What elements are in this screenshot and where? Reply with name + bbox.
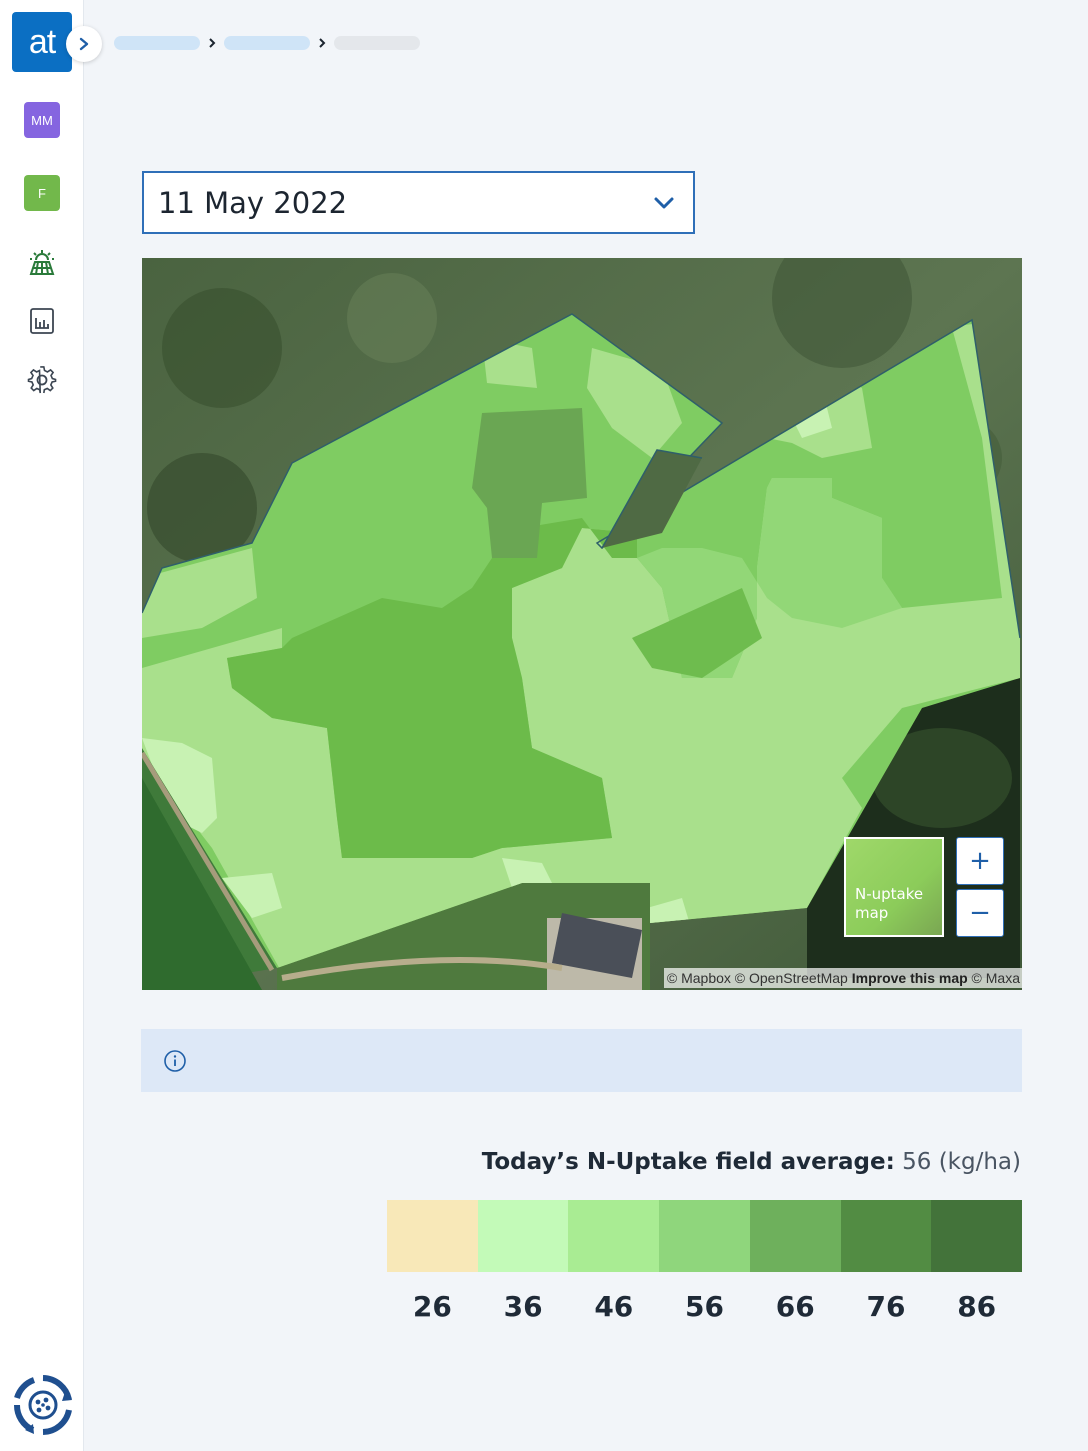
legend-label: 46 [594,1290,634,1323]
legend-labels: 26 36 46 56 66 76 86 [387,1290,1022,1323]
legend-label: 26 [412,1290,452,1323]
legend-label: 36 [503,1290,543,1323]
legend-label: 76 [866,1290,906,1323]
legend-swatch [477,1200,569,1272]
field-average-summary: Today’s N-Uptake field average: 56 (kg/h… [482,1149,1021,1175]
map-layer-toggle[interactable]: N-uptake map [844,837,944,937]
info-icon[interactable] [163,1049,187,1073]
chevron-right-icon [200,37,224,49]
zoom-in-button[interactable]: + [956,837,1004,885]
legend-swatch [568,1200,660,1272]
legend-swatch [840,1200,932,1272]
chevron-right-icon [310,37,334,49]
legend-swatch [387,1200,478,1272]
attribution-osm-link[interactable]: © OpenStreetMap [735,970,848,986]
nuptake-legend [387,1200,1023,1272]
info-banner [141,1029,1022,1092]
legend-label: 56 [685,1290,724,1323]
field-map[interactable]: N-uptake map + − © Mapbox © OpenStreetMap… [142,258,1022,990]
attribution-mapbox-link[interactable]: © Mapbox [667,970,731,986]
sidebar-expand-button[interactable] [66,26,102,62]
sidebar: at MM F [0,0,84,1451]
attribution-maxar-link[interactable]: © Maxa [972,970,1020,986]
map-attribution: © Mapbox © OpenStreetMap Improve this ma… [663,968,1022,988]
breadcrumb-item[interactable] [224,36,310,50]
legend-swatch [931,1200,1023,1272]
field-average-value: 56 (kg/ha) [902,1149,1021,1175]
breadcrumb-item[interactable] [114,36,200,50]
settings-icon[interactable] [24,362,60,398]
report-icon[interactable] [24,303,60,339]
field-average-label: Today’s N-Uptake field average: [481,1149,895,1175]
legend-swatch [659,1200,750,1272]
legend-label: 86 [957,1290,997,1323]
brand-badge-icon [12,1374,74,1436]
chevron-down-icon [654,197,674,208]
farm-badge[interactable]: F [24,175,60,211]
date-select[interactable]: 11 May 2022 [142,171,695,234]
attribution-improve-link[interactable]: Improve this map [852,970,968,986]
legend-swatch [749,1200,841,1272]
field-icon[interactable] [24,244,60,280]
chevron-right-icon [79,37,89,51]
legend-label: 66 [775,1290,815,1323]
app-logo[interactable]: at [12,12,72,72]
user-avatar-badge[interactable]: MM [24,102,60,138]
map-layer-label: N-uptake map [855,885,924,922]
zoom-out-button[interactable]: − [956,889,1004,937]
date-select-value: 11 May 2022 [158,185,348,220]
breadcrumb-item-current [334,36,420,50]
breadcrumb [114,36,420,50]
